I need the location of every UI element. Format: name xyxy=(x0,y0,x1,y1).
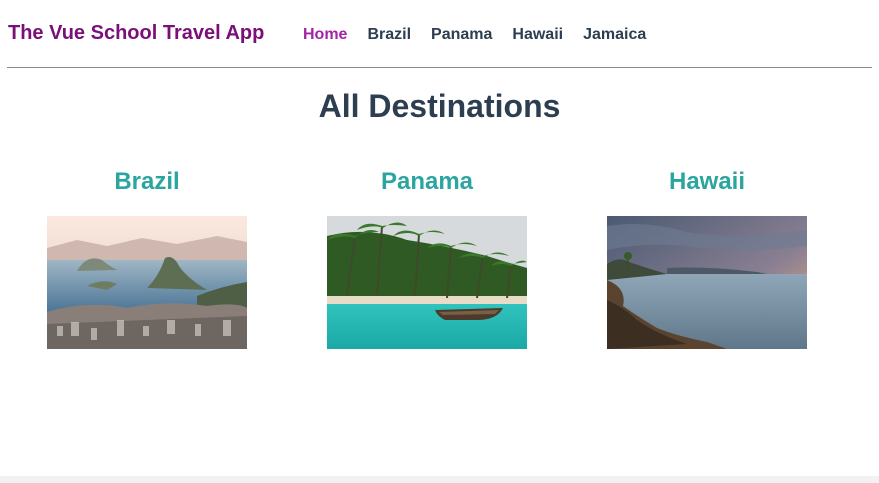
nav-links: Home Brazil Panama Hawaii Jamaica xyxy=(303,26,646,44)
footer-bar xyxy=(0,476,879,483)
destination-heading-panama: Panama xyxy=(380,168,474,195)
nav-divider xyxy=(7,67,872,68)
coastal-sunset-image[interactable] xyxy=(607,216,807,349)
destination-heading-hawaii: Hawaii xyxy=(668,168,746,195)
top-navigation: The Vue School Travel App Home Brazil Pa… xyxy=(0,0,879,68)
nav-link-panama[interactable]: Panama xyxy=(431,26,492,44)
destination-heading-brazil: Brazil xyxy=(114,168,180,195)
rio-de-janeiro-image[interactable] xyxy=(47,216,247,349)
nav-link-home[interactable]: Home xyxy=(303,26,347,44)
nav-link-hawaii[interactable]: Hawaii xyxy=(512,26,563,44)
tropical-beach-image[interactable] xyxy=(327,216,527,349)
nav-link-brazil[interactable]: Brazil xyxy=(367,26,411,44)
destinations-list: Brazil Panama Hawaii xyxy=(0,165,879,355)
page-title: All Destinations xyxy=(318,88,561,124)
destination-card-brazil[interactable]: Brazil xyxy=(47,165,247,349)
brand-logo-link[interactable]: The Vue School Travel App xyxy=(8,22,264,45)
destination-card-panama[interactable]: Panama xyxy=(327,165,527,349)
nav-link-jamaica[interactable]: Jamaica xyxy=(583,26,646,44)
destination-card-hawaii[interactable]: Hawaii xyxy=(607,165,807,349)
